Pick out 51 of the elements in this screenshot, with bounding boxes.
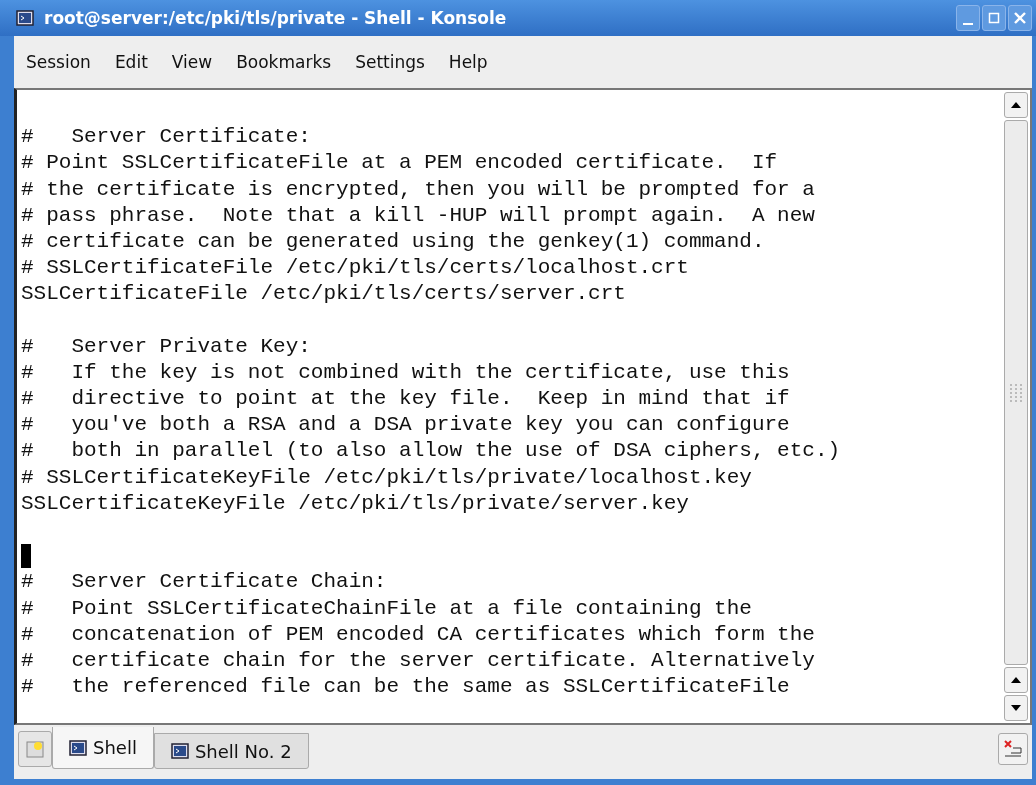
new-tab-button[interactable] xyxy=(18,731,52,767)
menu-item[interactable]: Help xyxy=(436,52,500,72)
terminal-line: # Server Private Key: xyxy=(21,333,312,360)
terminal-icon xyxy=(16,10,34,26)
menu-item[interactable]: Session xyxy=(14,52,103,72)
minimize-button[interactable] xyxy=(956,5,980,31)
grip-icon xyxy=(1009,381,1023,404)
scrollbar-thumb[interactable] xyxy=(1004,120,1028,665)
close-button[interactable] xyxy=(1008,5,1032,31)
maximize-button[interactable] xyxy=(982,5,1006,31)
new-tab-icon xyxy=(25,739,45,759)
terminal-line: # the referenced file can be the same as SSLCertificateFile xyxy=(21,674,791,701)
window-title: root@server:/etc/pki/tls/private - Shell - Konsole xyxy=(44,8,508,28)
down-arrow-icon xyxy=(1010,704,1022,712)
terminal-line: # Server Certificate: xyxy=(21,124,312,151)
terminal-line: # directive to point at the key file. Keep in mind that if xyxy=(21,386,791,413)
close-tab-icon xyxy=(1002,738,1024,760)
terminal-line: # pass phrase. Note that a kill -HUP will prompt again. A new xyxy=(21,202,816,229)
terminal-line: # you've both a RSA and a DSA private key you can configure xyxy=(21,412,791,439)
scroll-up-button[interactable] xyxy=(1004,92,1028,118)
terminal-line: # Server Certificate Chain: xyxy=(21,569,388,596)
up-arrow-icon xyxy=(1010,101,1022,109)
terminal-line: # certificate chain for the server certificate. Alternatively xyxy=(21,647,816,674)
terminal-line: # the certificate is encrypted, then you will be prompted for a xyxy=(21,176,816,203)
menu-item[interactable]: View xyxy=(159,52,225,72)
tab[interactable]: Shell No. 2 xyxy=(153,733,309,769)
close-icon xyxy=(1014,12,1026,24)
terminal-icon xyxy=(69,739,87,756)
tab[interactable]: Shell xyxy=(52,727,154,769)
menu-item[interactable]: Bookmarks xyxy=(224,52,344,72)
scrollbar[interactable] xyxy=(1004,90,1030,723)
scroll-down-button[interactable] xyxy=(1004,695,1028,721)
menu-item[interactable]: Settings xyxy=(343,52,437,72)
terminal-line: # SSLCertificateKeyFile /etc/pki/tls/private/localhost.key xyxy=(21,464,753,491)
up-arrow-icon xyxy=(1010,676,1022,684)
terminal-line: SSLCertificateFile /etc/pki/tls/certs/server.crt xyxy=(21,281,627,308)
menu-item[interactable]: Edit xyxy=(102,52,160,72)
terminal-line: # SSLCertificateFile /etc/pki/tls/certs/localhost.crt xyxy=(21,255,690,282)
terminal-icon xyxy=(170,743,189,759)
scroll-up-button[interactable] xyxy=(1004,667,1028,693)
terminal-line: # Point SSLCertificateChainFile at a file containing the xyxy=(21,595,753,622)
terminal-line: # Point SSLCertificateFile at a PEM encoded certificate. If xyxy=(21,150,779,177)
terminal-line: SSLCertificateKeyFile /etc/pki/tls/private/server.key xyxy=(21,490,690,517)
terminal-line: # certificate can be generated using the genkey(1) command. xyxy=(21,228,766,255)
text-cursor xyxy=(21,543,31,568)
maximize-icon xyxy=(988,12,1000,24)
terminal-line: # If the key is not combined with the certificate, use this xyxy=(21,359,791,386)
minimize-icon xyxy=(963,23,973,25)
terminal-line: # both in parallel (to also allow the use of DSA ciphers, etc.) xyxy=(21,438,842,465)
terminal-line: # concatenation of PEM encoded CA certificates which form the xyxy=(21,621,816,648)
close-tab-button[interactable] xyxy=(998,733,1028,765)
